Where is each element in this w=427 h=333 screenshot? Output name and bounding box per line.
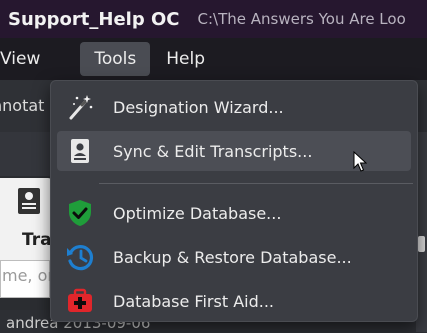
scroll-thumb[interactable] xyxy=(418,236,425,252)
menu-item-label: Designation Wizard... xyxy=(113,97,284,117)
app-title: Support_Help OC xyxy=(8,8,180,30)
transcript-document-icon xyxy=(63,134,97,168)
menu-item-label: Database First Aid... xyxy=(113,291,274,311)
menu-item-optimize-database[interactable]: Optimize Database... xyxy=(57,193,411,233)
tools-dropdown-menu: Designation Wizard... Sync & Edit Transc… xyxy=(50,80,418,322)
menu-item-backup-restore[interactable]: Backup & Restore Database... xyxy=(57,237,411,277)
menu-item-database-first-aid[interactable]: Database First Aid... xyxy=(57,281,411,321)
menu-help[interactable]: Help xyxy=(156,42,215,76)
menu-item-designation-wizard[interactable]: Designation Wizard... xyxy=(57,87,411,127)
menu-item-label: Optimize Database... xyxy=(113,203,282,223)
history-clock-icon xyxy=(63,240,97,274)
menu-separator xyxy=(99,183,413,184)
title-bar: Support_Help OC C:\The Answers You Are L… xyxy=(0,0,427,38)
menu-bar: View Tools Help xyxy=(0,38,427,80)
menu-item-label: Sync & Edit Transcripts... xyxy=(113,141,313,161)
search-placeholder: me, or xyxy=(2,266,54,285)
annotate-tab-label[interactable]: nnotat xyxy=(0,96,44,115)
magic-wand-icon xyxy=(63,90,97,124)
mouse-cursor-icon xyxy=(353,151,367,172)
window-path: C:\The Answers You Are Loo xyxy=(197,10,406,28)
menu-view[interactable]: View xyxy=(0,42,50,76)
first-aid-kit-icon xyxy=(63,284,97,318)
menu-tools[interactable]: Tools xyxy=(80,42,151,76)
transcript-card-icon xyxy=(18,188,40,214)
menu-item-label: Backup & Restore Database... xyxy=(113,247,352,267)
card-label: Tra xyxy=(22,230,52,250)
shield-check-icon xyxy=(63,196,97,230)
